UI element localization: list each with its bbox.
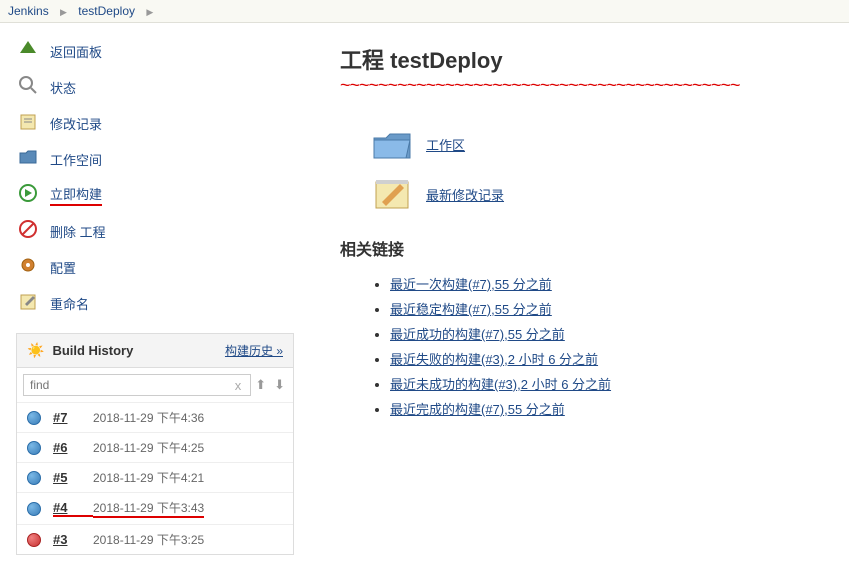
build-date: 2018-11-29 下午3:25 (93, 531, 204, 548)
nav-delete-label: 删除 工程 (50, 222, 106, 241)
nav-rename-label: 重命名 (50, 294, 89, 313)
main-content: 工程 testDeploy ~~~~~~~~~~~~~~~~~~~~~~~~~~… (310, 23, 849, 577)
related-links-list: 最近一次构建(#7),55 分之前最近稳定构建(#7),55 分之前最近成功的构… (390, 274, 819, 418)
breadcrumb-sep-icon: ▶ (60, 7, 67, 17)
edit-icon (16, 291, 40, 315)
related-link-time[interactable]: ,55 分之前 (504, 327, 565, 342)
find-row: x ⬆ ⬇ (17, 368, 293, 402)
related-link[interactable]: 最近稳定构建(#7) (390, 302, 491, 317)
up-arrow-icon (16, 39, 40, 63)
build-row[interactable]: #52018-11-29 下午4:21 (17, 462, 293, 492)
nav-changes-label: 修改记录 (50, 114, 102, 133)
scroll-up-icon[interactable]: ⬆ (253, 377, 268, 393)
nav-workspace-label: 工作空间 (50, 150, 102, 169)
sun-icon: ☀️ (27, 342, 44, 359)
build-number[interactable]: #4 (53, 500, 93, 517)
breadcrumb-sep-icon: ▶ (146, 7, 153, 17)
nav-build-now-label: 立即构建 (50, 184, 102, 206)
build-date: 2018-11-29 下午4:36 (93, 409, 204, 426)
related-link-item: 最近成功的构建(#7),55 分之前 (390, 324, 819, 343)
folder-icon (16, 147, 40, 171)
related-link-time[interactable]: ,55 分之前 (491, 302, 552, 317)
related-link-item: 最近稳定构建(#7),55 分之前 (390, 299, 819, 318)
nav-status[interactable]: 状态 (0, 69, 310, 105)
nav-build-now[interactable]: 立即构建 (0, 177, 310, 213)
build-date: 2018-11-29 下午4:25 (93, 439, 204, 456)
no-entry-icon (16, 219, 40, 243)
scroll-down-icon[interactable]: ⬇ (272, 377, 287, 393)
nav-delete[interactable]: 删除 工程 (0, 213, 310, 249)
status-ball-icon (27, 533, 41, 547)
nav-workspace[interactable]: 工作空间 (0, 141, 310, 177)
action-changes-label: 最新修改记录 (426, 185, 504, 204)
nav-back-label: 返回面板 (50, 42, 102, 61)
action-changes[interactable]: 最新修改记录 (370, 176, 789, 212)
related-link[interactable]: 最近一次构建(#7) (390, 277, 491, 292)
build-number[interactable]: #6 (53, 440, 93, 455)
action-workspace[interactable]: 工作区 (370, 126, 789, 162)
clear-icon[interactable]: x (235, 378, 242, 393)
related-link-item: 最近未成功的构建(#3),2 小时 6 分之前 (390, 374, 819, 393)
build-history-title: Build History (52, 343, 225, 358)
related-link-time[interactable]: ,55 分之前 (491, 277, 552, 292)
build-history-link[interactable]: 构建历史 » (225, 342, 283, 359)
nav-back[interactable]: 返回面板 (0, 33, 310, 69)
action-workspace-label: 工作区 (426, 135, 465, 154)
status-ball-icon (27, 411, 41, 425)
sidebar: 返回面板 状态 修改记录 工作空间 立即构建 删除 工程 配置 重命名 (0, 23, 310, 577)
related-link[interactable]: 最近失败的构建(#3) (390, 352, 504, 367)
status-ball-icon (27, 471, 41, 485)
related-link-time[interactable]: ,2 小时 6 分之前 (504, 352, 598, 367)
related-link[interactable]: 最近未成功的构建(#3) (390, 377, 517, 392)
breadcrumb: Jenkins ▶ testDeploy ▶ (0, 0, 849, 23)
nav-configure[interactable]: 配置 (0, 249, 310, 285)
gear-icon (16, 255, 40, 279)
build-row[interactable]: #32018-11-29 下午3:25 (17, 524, 293, 554)
notepad-large-icon (370, 176, 414, 212)
page-title: 工程 testDeploy (340, 43, 819, 75)
nav-rename[interactable]: 重命名 (0, 285, 310, 321)
build-row[interactable]: #42018-11-29 下午3:43 (17, 492, 293, 524)
clock-icon (16, 183, 40, 207)
build-row[interactable]: #72018-11-29 下午4:36 (17, 402, 293, 432)
related-link[interactable]: 最近成功的构建(#7) (390, 327, 504, 342)
build-date: 2018-11-29 下午4:21 (93, 469, 204, 486)
breadcrumb-home[interactable]: Jenkins (8, 4, 49, 18)
nav-configure-label: 配置 (50, 258, 76, 277)
related-link-time[interactable]: ,55 分之前 (504, 402, 565, 417)
related-link[interactable]: 最近完成的构建(#7) (390, 402, 504, 417)
build-number[interactable]: #3 (53, 532, 93, 547)
related-link-item: 最近一次构建(#7),55 分之前 (390, 274, 819, 293)
build-history-panel: ☀️ Build History 构建历史 » x ⬆ ⬇ #72018-11-… (16, 333, 294, 555)
nav-status-label: 状态 (50, 78, 76, 97)
build-number[interactable]: #7 (53, 410, 93, 425)
related-link-time[interactable]: ,2 小时 6 分之前 (517, 377, 611, 392)
status-ball-icon (27, 502, 41, 516)
notepad-icon (16, 111, 40, 135)
status-ball-icon (27, 441, 41, 455)
folder-large-icon (370, 126, 414, 162)
breadcrumb-project[interactable]: testDeploy (78, 4, 135, 18)
build-history-header: ☀️ Build History 构建历史 » (17, 334, 293, 368)
annotation-underline: ~~~~~~~~~~~~~~~~~~~~~~~~~~~~~~~~~~~~~~~~… (340, 75, 819, 96)
related-link-item: 最近失败的构建(#3),2 小时 6 分之前 (390, 349, 819, 368)
build-date: 2018-11-29 下午3:43 (93, 499, 204, 518)
related-links-title: 相关链接 (340, 236, 819, 260)
nav-changes[interactable]: 修改记录 (0, 105, 310, 141)
build-number[interactable]: #5 (53, 470, 93, 485)
related-link-item: 最近完成的构建(#7),55 分之前 (390, 399, 819, 418)
search-icon (16, 75, 40, 99)
find-input[interactable] (23, 374, 251, 396)
build-row[interactable]: #62018-11-29 下午4:25 (17, 432, 293, 462)
